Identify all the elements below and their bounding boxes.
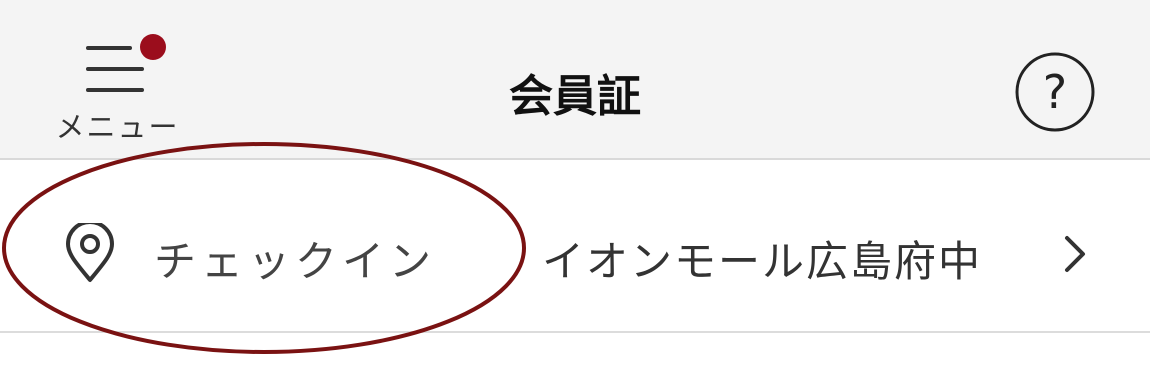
- chevron-right-icon: [1065, 236, 1085, 272]
- checkin-row[interactable]: チェックイン イオンモール広島府中: [0, 160, 1150, 333]
- menu-label: メニュー: [55, 110, 180, 144]
- help-button[interactable]: ?: [1014, 51, 1096, 133]
- help-icon: ?: [1015, 52, 1095, 132]
- page-title: 会員証: [509, 71, 641, 122]
- svg-text:?: ?: [1043, 65, 1067, 119]
- notification-badge: [140, 34, 166, 60]
- app-header: メニュー 会員証 ?: [0, 0, 1150, 160]
- hamburger-menu-icon: [86, 42, 148, 98]
- store-name: イオンモール広島府中: [542, 237, 983, 286]
- menu-button[interactable]: メニュー: [50, 28, 185, 146]
- checkin-label: チェックイン: [154, 237, 437, 286]
- location-pin-icon: [66, 223, 114, 282]
